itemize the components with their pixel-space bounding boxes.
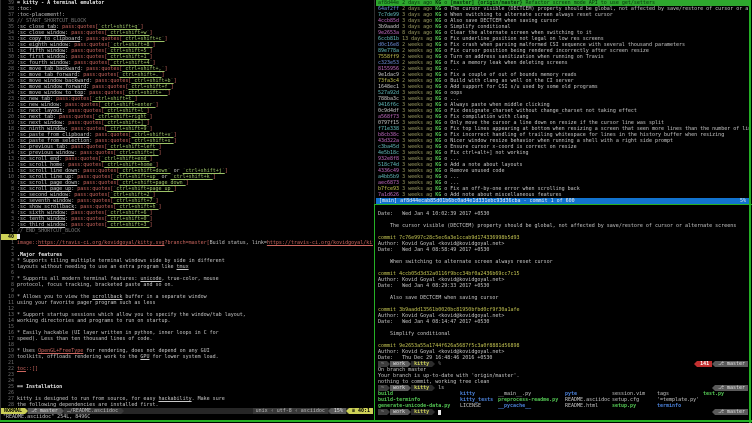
prompt-path-segment: ~ xyxy=(378,409,387,415)
tig-scroll-percent: 5% xyxy=(740,198,746,204)
vim-cursor xyxy=(17,234,20,239)
editor-line-text: using your favorite pager program such a… xyxy=(17,300,373,306)
pane-divider-inactive xyxy=(374,0,375,204)
tig-log-pane[interactable]: af8d44e 2 days ago KG o [master] {origin… xyxy=(376,0,749,198)
editor-line-text: layouts without needing to use an extra … xyxy=(17,264,373,270)
editor-line-text: toolkits, offloads rendering work to the… xyxy=(17,354,373,360)
editor-line-text: protocol, focus tracking, bracketed past… xyxy=(17,282,373,288)
editor-line-text: image::https://travis-ci.org/kovidgoyal/… xyxy=(17,240,373,246)
editor-line[interactable]: 8protocol, focus tracking, bracketed pas… xyxy=(1,282,373,288)
editor-line[interactable]: 5layouts without needing to use an extra… xyxy=(1,264,373,270)
active-window-left-border xyxy=(374,204,375,421)
editor-line[interactable]: 25== Installation xyxy=(1,384,373,390)
active-window-right-border xyxy=(749,0,751,423)
editor-line-text: toc::[] xyxy=(17,366,373,372)
shell-prompt[interactable]: ~workkitty ⎇ master xyxy=(376,409,749,415)
prompt-git-branch: ⎇ master xyxy=(715,409,748,415)
commit-message: Add support for CSI s/u used by some old… xyxy=(450,84,598,90)
shell-pane[interactable]: Date: Wed Jan 4 10:02:39 2017 +0530 The … xyxy=(376,205,749,417)
commit-message: Fix a memory leak when deleting screens xyxy=(450,60,567,66)
terminal-cursor xyxy=(438,410,441,415)
editor-line-text: working directories and programs to run … xyxy=(17,318,373,324)
editor-line[interactable]: 22toc::[] xyxy=(1,366,373,372)
right-prompt: ⎇ master xyxy=(712,409,748,415)
editor-line[interactable]: 1image::https://travis-ci.org/kovidgoyal… xyxy=(1,240,373,246)
tig-status-bar: [main] af8d44ecab85d01b6bc0ad4e1d331ebc9… xyxy=(376,198,749,204)
commit-message: Fix ctrl+alt+] not working xyxy=(450,150,528,156)
editor-line[interactable]: 14working directories and programs to ru… xyxy=(1,318,373,324)
editor-line-text: == Installation xyxy=(17,384,373,390)
active-window-bottom-border xyxy=(0,420,752,422)
vim-editor-pane[interactable]: 39= kitty - A terminal emulator38:toc:37… xyxy=(1,0,373,408)
editor-line-text: speed). Less than ten thousand lines of … xyxy=(17,336,373,342)
editor-line[interactable]: 17speed). Less than ten thousand lines o… xyxy=(1,336,373,342)
vim-command-line: "README.asciidoc" 254L, 8496C xyxy=(3,414,373,420)
editor-line[interactable]: 11using your favorite pager program such… xyxy=(1,300,373,306)
prompt-path-segment: kitty xyxy=(411,409,432,415)
tig-status-text: [main] af8d44ecab85d01b6bc0ad4e1d331ebc9… xyxy=(379,198,575,204)
editor-line[interactable]: 20toolkits, offloads rendering work to t… xyxy=(1,354,373,360)
prompt-path-segment: work xyxy=(390,409,408,415)
